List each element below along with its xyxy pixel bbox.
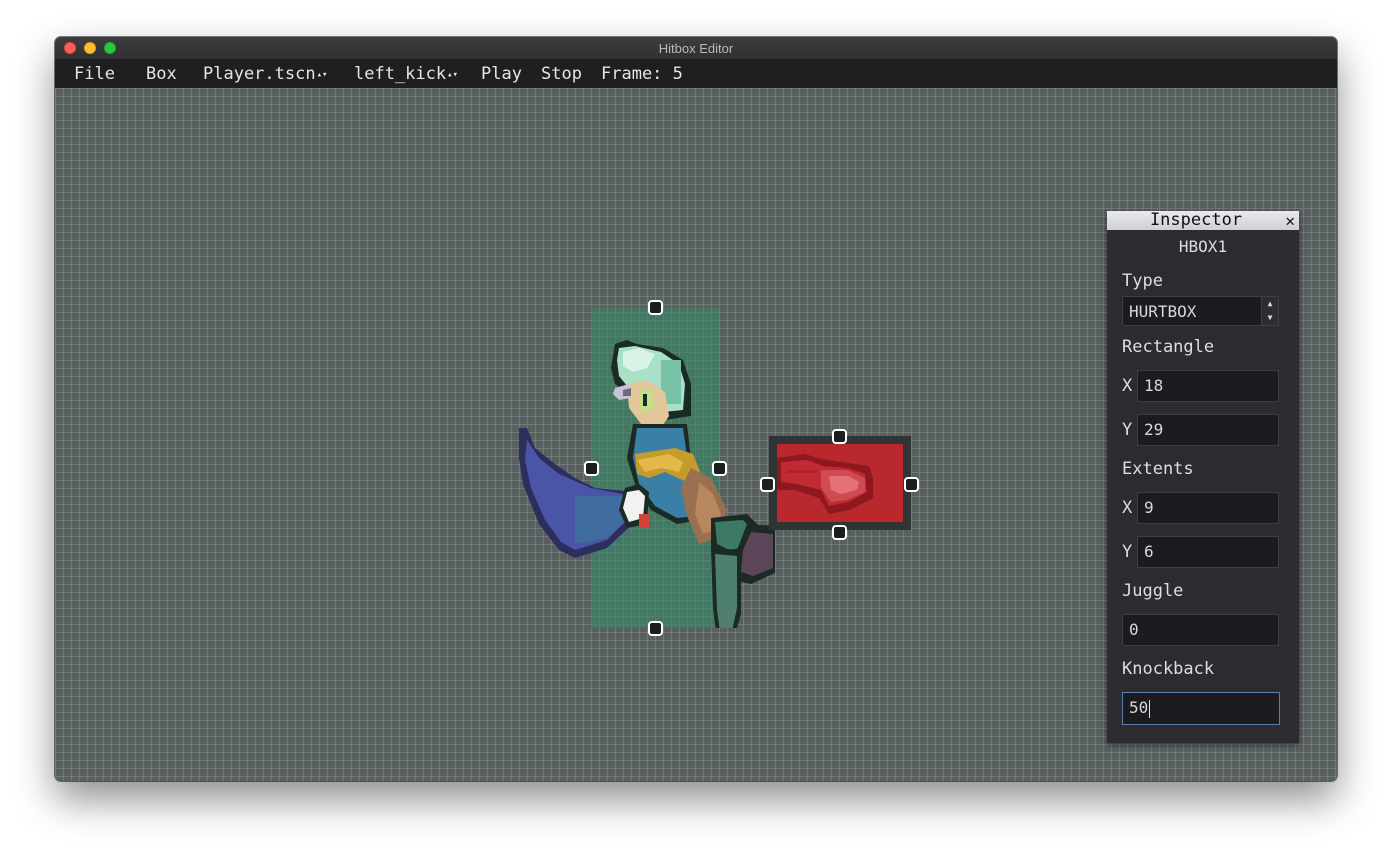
rect-x-label: X — [1122, 376, 1133, 396]
updown-arrows-icon: ▲ ▼ — [1261, 297, 1278, 325]
knockback-value: 50 — [1129, 698, 1149, 717]
hurtbox-handle-bottom[interactable] — [648, 621, 663, 636]
hitbox-rect[interactable] — [769, 436, 911, 530]
hitbox-handle-right[interactable] — [904, 477, 919, 492]
updown-arrows-icon: ▴▾ — [316, 70, 328, 80]
juggle-label: Juggle — [1122, 581, 1184, 601]
type-select-value: HURTBOX — [1129, 302, 1197, 321]
boot-sprite — [777, 454, 873, 514]
rect-x-input[interactable]: 18 — [1137, 370, 1279, 402]
ext-y-label: Y — [1122, 542, 1133, 562]
animation-select[interactable]: left_kick▴▾ — [354, 64, 458, 84]
play-button[interactable]: Play — [481, 64, 522, 84]
ext-y-input[interactable]: 6 — [1137, 536, 1279, 568]
ext-x-label: X — [1122, 498, 1133, 518]
menubar: File Box Player.tscn▴▾ left_kick▴▾ Play … — [55, 60, 1337, 88]
editor-window: Hitbox Editor File Box Player.tscn▴▾ lef… — [55, 37, 1337, 781]
hurtbox-handle-top[interactable] — [648, 300, 663, 315]
hitbox-handle-bottom[interactable] — [832, 525, 847, 540]
box-name: HBOX1 — [1178, 237, 1228, 256]
player-sprite — [519, 340, 775, 628]
text-caret — [1149, 699, 1151, 718]
menu-file[interactable]: File — [74, 64, 115, 84]
hurtbox-handle-right[interactable] — [712, 461, 727, 476]
animation-select-value: left_kick — [354, 64, 447, 84]
stop-button[interactable]: Stop — [541, 64, 582, 84]
hitbox-handle-left[interactable] — [760, 477, 775, 492]
titlebar: Hitbox Editor — [55, 37, 1337, 60]
ext-x-input[interactable]: 9 — [1137, 492, 1279, 524]
inspector-header[interactable]: Inspector ✕ — [1107, 211, 1299, 230]
rect-y-input[interactable]: 29 — [1137, 414, 1279, 446]
rect-y-label: Y — [1122, 420, 1133, 440]
close-icon[interactable]: ✕ — [1285, 211, 1295, 230]
inspector-panel: Inspector ✕ HBOX1 Type HURTBOX ▲ ▼ Rectan… — [1107, 211, 1299, 743]
extents-label: Extents — [1122, 459, 1194, 479]
scene-select-value: Player.tscn — [203, 64, 316, 84]
knockback-label: Knockback — [1122, 659, 1215, 679]
juggle-input[interactable]: 0 — [1122, 614, 1279, 646]
window-title: Hitbox Editor — [658, 41, 734, 56]
scene-select[interactable]: Player.tscn▴▾ — [203, 64, 327, 84]
type-label: Type — [1122, 271, 1163, 291]
knockback-input[interactable]: 50 — [1122, 692, 1280, 725]
updown-arrows-icon: ▴▾ — [447, 70, 458, 80]
menu-box[interactable]: Box — [146, 64, 177, 84]
frame-counter: Frame: 5 — [601, 64, 683, 84]
rectangle-label: Rectangle — [1122, 337, 1215, 357]
hurtbox-handle-left[interactable] — [584, 461, 599, 476]
hitbox-handle-top[interactable] — [832, 429, 847, 444]
inspector-title: Inspector — [1149, 210, 1243, 230]
type-select[interactable]: HURTBOX ▲ ▼ — [1122, 296, 1279, 326]
